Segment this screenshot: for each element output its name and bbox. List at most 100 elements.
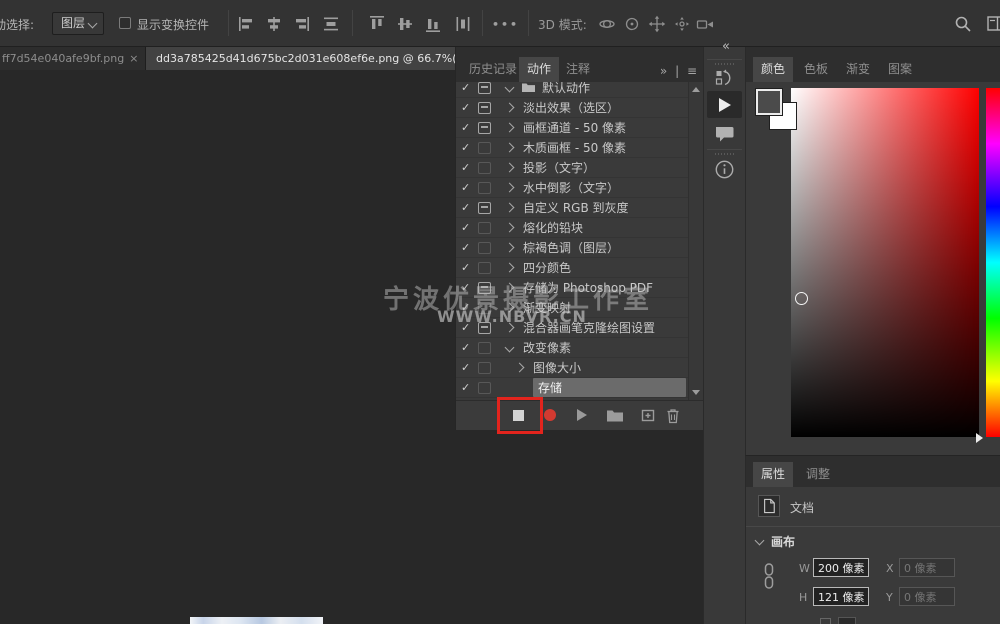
section-chevron-down-icon[interactable] [755, 536, 765, 546]
include-check-icon[interactable]: ✓ [461, 121, 478, 134]
dialog-toggle-icon[interactable] [478, 162, 491, 174]
align-middle-vertical-icon[interactable] [394, 13, 416, 35]
include-check-icon[interactable]: ✓ [461, 341, 478, 354]
action-row[interactable]: ✓ 淡出效果（选区） [456, 98, 703, 118]
dialog-toggle-icon[interactable] [478, 382, 491, 394]
dialog-toggle-icon[interactable] [478, 102, 491, 114]
action-row[interactable]: ✓ 自定义 RGB 到灰度 [456, 198, 703, 218]
action-row[interactable]: ✓ 混合器画笔克隆绘图设置 [456, 318, 703, 338]
actions-scrollbar[interactable] [688, 82, 703, 400]
dialog-toggle-icon[interactable] [478, 342, 491, 354]
tab-swatches[interactable]: 色板 [796, 57, 836, 82]
include-check-icon[interactable]: ✓ [461, 241, 478, 254]
include-check-icon[interactable]: ✓ [461, 261, 478, 274]
document-tab-active[interactable]: dd3a785425d41d675bc2d031e608ef6e.png @ 6… [146, 47, 455, 70]
include-check-icon[interactable]: ✓ [461, 381, 478, 394]
tab-properties[interactable]: 属性 [753, 462, 793, 487]
actions-panel-icon[interactable] [707, 91, 742, 118]
include-check-icon[interactable]: ✓ [461, 201, 478, 214]
distribute-vertical-icon[interactable] [452, 13, 474, 35]
action-row[interactable]: ✓ 画框通道 - 50 像素 [456, 118, 703, 138]
hue-slider[interactable] [986, 88, 1000, 437]
chevron-right-icon[interactable] [504, 143, 514, 153]
notes-panel-icon[interactable] [714, 125, 736, 143]
align-center-horizontal-icon[interactable] [263, 13, 285, 35]
include-check-icon[interactable]: ✓ [461, 101, 478, 114]
chevron-down-icon[interactable] [504, 343, 514, 353]
3d-orbit-icon[interactable] [596, 13, 618, 35]
dialog-toggle-icon[interactable] [478, 142, 491, 154]
dialog-toggle-icon[interactable] [478, 242, 491, 254]
hue-slider-handle[interactable] [976, 433, 983, 443]
include-check-icon[interactable]: ✓ [461, 361, 478, 374]
action-row[interactable]: ✓ 棕褐色调（图层） [456, 238, 703, 258]
new-action-button[interactable] [640, 408, 656, 423]
include-check-icon[interactable]: ✓ [461, 281, 478, 294]
new-set-folder-button[interactable] [606, 408, 624, 422]
chevron-right-icon[interactable] [504, 103, 514, 113]
action-row[interactable]: ✓ 四分颜色 [456, 258, 703, 278]
color-picker-handle[interactable] [795, 292, 808, 305]
panel-menu-icon[interactable]: ≡ [687, 64, 697, 78]
search-icon[interactable] [952, 13, 974, 35]
dialog-toggle-icon[interactable] [478, 222, 491, 234]
include-check-icon[interactable]: ✓ [461, 141, 478, 154]
include-check-icon[interactable]: ✓ [461, 221, 478, 234]
more-options-icon[interactable]: ••• [492, 18, 519, 31]
3d-pan-icon[interactable] [646, 13, 668, 35]
3d-roll-icon[interactable] [621, 13, 643, 35]
workspace-switcher-icon[interactable] [985, 13, 1000, 35]
panel-expand-icon[interactable]: » [660, 64, 667, 78]
dialog-toggle-icon[interactable] [478, 182, 491, 194]
action-step-row-selected[interactable]: ✓ 存储 [456, 378, 703, 398]
include-check-icon[interactable]: ✓ [461, 301, 478, 314]
chevron-right-icon[interactable] [504, 243, 514, 253]
chevron-right-icon[interactable] [504, 223, 514, 233]
chevron-right-icon[interactable] [504, 203, 514, 213]
action-row[interactable]: ✓ 熔化的铅块 [456, 218, 703, 238]
x-input[interactable] [899, 558, 955, 577]
y-input[interactable] [899, 587, 955, 606]
distribute-horizontal-icon[interactable] [320, 13, 342, 35]
chevron-right-icon[interactable] [504, 283, 514, 293]
chevron-right-icon[interactable] [514, 363, 524, 373]
dialog-toggle-icon[interactable] [478, 362, 491, 374]
color-saturation-field[interactable] [791, 88, 979, 437]
width-input[interactable] [813, 558, 869, 577]
align-bottom-icon[interactable] [422, 13, 444, 35]
action-row[interactable]: ✓ 改变像素 [456, 338, 703, 358]
dialog-toggle-icon[interactable] [478, 282, 491, 294]
include-check-icon[interactable]: ✓ [461, 181, 478, 194]
action-row[interactable]: ✓ 存储为 Photoshop PDF [456, 278, 703, 298]
info-panel-icon[interactable] [714, 159, 735, 180]
link-dimensions-icon[interactable] [763, 562, 775, 590]
align-top-icon[interactable] [366, 13, 388, 35]
chevron-right-icon[interactable] [504, 123, 514, 133]
align-left-icon[interactable] [236, 13, 258, 35]
chevron-right-icon[interactable] [504, 303, 514, 313]
3d-camera-icon[interactable] [694, 13, 716, 35]
dialog-toggle-icon[interactable] [478, 262, 491, 274]
dock-grip[interactable] [715, 63, 734, 65]
action-set-row[interactable]: ✓ 默认动作 [456, 82, 703, 98]
chevron-right-icon[interactable] [504, 263, 514, 273]
close-icon[interactable]: × [129, 52, 138, 65]
3d-slide-icon[interactable] [671, 13, 693, 35]
collapse-panels-icon[interactable]: « [722, 39, 729, 54]
tab-patterns[interactable]: 图案 [880, 57, 920, 82]
scroll-up-icon[interactable] [692, 87, 700, 92]
tab-history[interactable]: 历史记录 [461, 57, 525, 82]
dialog-toggle-icon[interactable] [478, 122, 491, 134]
record-button[interactable] [544, 409, 556, 421]
action-row[interactable]: ✓ 木质画框 - 50 像素 [456, 138, 703, 158]
align-right-icon[interactable] [290, 13, 312, 35]
dock-grip[interactable] [715, 153, 734, 155]
dialog-toggle-icon[interactable] [478, 82, 491, 94]
foreground-color-swatch[interactable] [756, 89, 782, 115]
dialog-toggle-icon[interactable] [478, 322, 491, 334]
chevron-right-icon[interactable] [504, 163, 514, 173]
show-transform-checkbox[interactable] [119, 17, 131, 29]
tab-gradients[interactable]: 渐变 [838, 57, 878, 82]
chevron-right-icon[interactable] [504, 183, 514, 193]
include-check-icon[interactable]: ✓ [461, 82, 478, 94]
